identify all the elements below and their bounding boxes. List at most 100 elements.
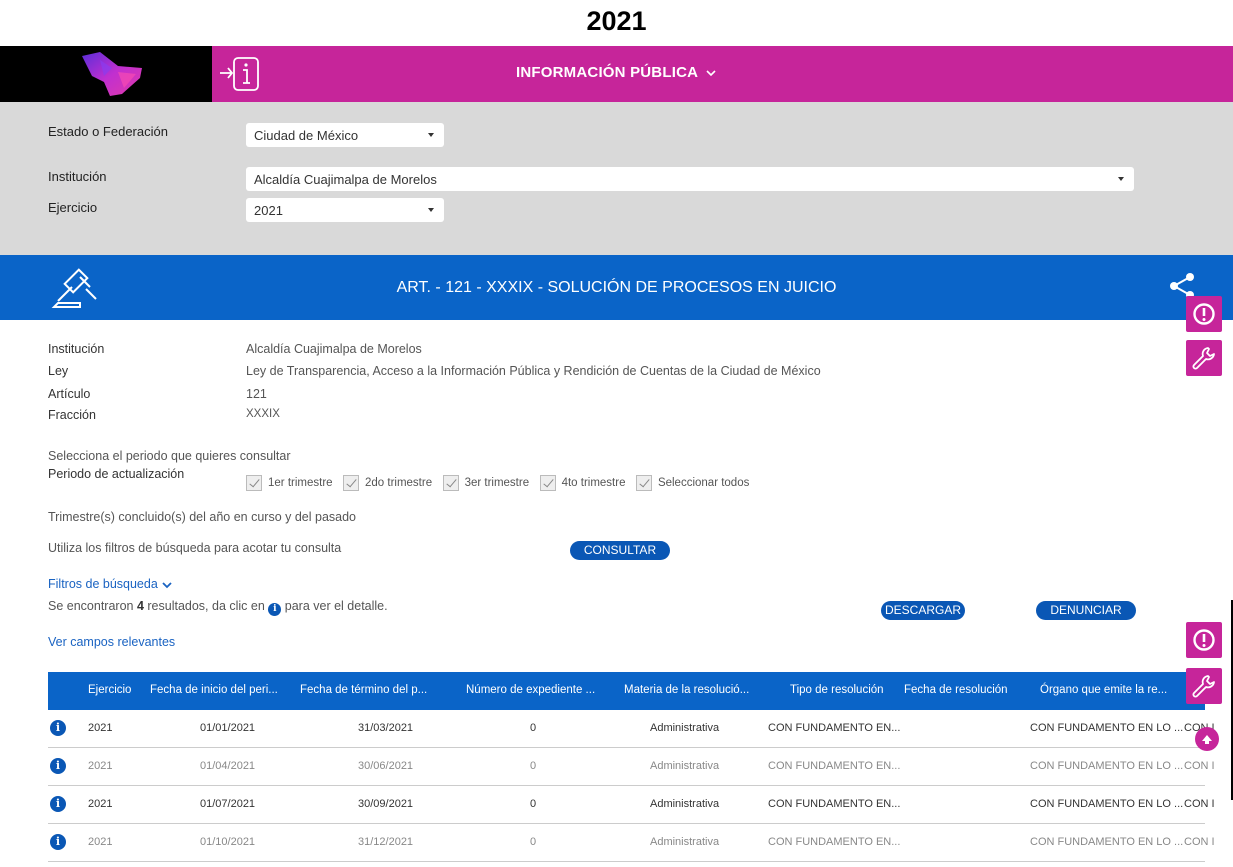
table-cell-extra: CON I <box>1184 760 1215 772</box>
col-header[interactable]: Ejercicio <box>88 684 131 696</box>
table-cell-materia: Administrativa <box>650 836 720 848</box>
col-header[interactable]: Fecha de resolución <box>904 684 1008 696</box>
article-title: ART. - 121 - XXXIX - SOLUCIÓN DE PROCESO… <box>396 279 837 296</box>
checkbox-label: 3er trimestre <box>464 476 530 489</box>
col-header[interactable]: Fecha de inicio del peri... <box>150 684 278 696</box>
table-cell-ejercicio: 2021 <box>88 722 113 734</box>
table-cell-materia: Administrativa <box>650 798 720 810</box>
checkbox-label: 1er trimestre <box>268 476 333 489</box>
col-header[interactable]: Número de expediente ... <box>466 684 595 696</box>
table-cell-expediente: 0 <box>530 760 537 772</box>
checkbox-label: 4to trimestre <box>561 476 626 489</box>
col-header[interactable]: Órgano que emite la re... <box>1040 684 1167 696</box>
menu-title: INFORMACIÓN PÚBLICA <box>516 64 698 81</box>
consultar-button[interactable]: CONSULTAR <box>570 541 670 560</box>
table-cell-tipo: CON FUNDAMENTO EN... <box>768 760 901 772</box>
info-circle-icon[interactable]: i <box>50 758 66 774</box>
table-cell-tipo: CON FUNDAMENTO EN... <box>768 798 901 810</box>
scroll-up-button[interactable] <box>1195 727 1219 751</box>
institucion-value: Alcaldía Cuajimalpa de Morelos <box>254 172 437 187</box>
results-table: Ejercicio Fecha de inicio del peri... Fe… <box>48 672 1215 862</box>
estado-label: Estado o Federación <box>48 124 168 139</box>
filtros-link[interactable]: Filtros de búsqueda <box>48 577 173 591</box>
year-heading: 2021 <box>586 6 647 36</box>
table-cell-tipo: CON FUNDAMENTO EN... <box>768 836 901 848</box>
ejercicio-select[interactable]: 2021 <box>246 198 444 222</box>
tools-button[interactable] <box>1186 668 1222 704</box>
meta-articulo-value: 121 <box>246 387 267 401</box>
table-cell-materia: Administrativa <box>650 760 720 772</box>
table-cell-inicio: 01/04/2021 <box>200 760 256 772</box>
chevron-down-icon <box>428 133 434 137</box>
table-cell-inicio: 01/10/2021 <box>200 836 256 848</box>
table-row[interactable]: i 2021 01/07/2021 30/09/2021 0 Administrativa… <box>48 786 1215 824</box>
checkbox-label: Seleccionar todos <box>657 476 750 489</box>
denunciar-button[interactable]: DENUNCIAR <box>1036 601 1136 620</box>
checkbox-seleccionar-todos[interactable] <box>635 474 652 491</box>
meta-ley-label: Ley <box>48 364 69 378</box>
estado-select[interactable]: Ciudad de México <box>246 123 444 147</box>
checkbox-2do-trimestre[interactable] <box>343 474 359 491</box>
alert-button[interactable] <box>1186 296 1222 332</box>
info-circle-icon[interactable]: i <box>50 834 66 850</box>
col-header[interactable]: Materia de la resolució... <box>624 684 749 696</box>
table-cell-termino: 30/09/2021 <box>358 798 414 810</box>
meta-institucion-value: Alcaldía Cuajimalpa de Morelos <box>246 342 422 356</box>
table-cell-termino: 31/03/2021 <box>358 722 414 734</box>
ejercicio-label: Ejercicio <box>48 200 98 215</box>
table-cell-expediente: 0 <box>530 836 537 848</box>
table-header: Ejercicio Fecha de inicio del peri... Fe… <box>48 672 1205 710</box>
results-text: Se encontraron <box>48 599 137 613</box>
period-prompt: Selecciona el periodo que quieres consul… <box>48 449 291 463</box>
search-hint: Utiliza los filtros de búsqueda para aco… <box>48 541 342 555</box>
ver-campos-link[interactable]: Ver campos relevantes <box>48 635 175 649</box>
table-cell-inicio: 01/07/2021 <box>200 798 256 810</box>
table-cell-organo: CON FUNDAMENTO EN LO ... <box>1030 760 1184 772</box>
ejercicio-value: 2021 <box>254 203 283 218</box>
meta-ley-value: Ley de Transparencia, Acceso a la Inform… <box>246 364 821 378</box>
checkbox-label: 2do trimestre <box>365 476 433 489</box>
col-header[interactable]: Tipo de resolución <box>790 684 884 696</box>
institucion-select[interactable]: Alcaldía Cuajimalpa de Morelos <box>246 167 1134 191</box>
filter-panel: Estado o Federación Ciudad de México Ins… <box>0 102 1233 255</box>
chevron-down-icon <box>428 208 434 212</box>
table-cell-expediente: 0 <box>530 722 537 734</box>
checkbox-1er-trimestre[interactable] <box>246 474 262 491</box>
alert-button[interactable] <box>1186 622 1222 658</box>
table-row[interactable]: i 2021 01/04/2021 30/06/2021 0 Administrativa… <box>48 748 1215 786</box>
period-note: Trimestre(s) concluido(s) del año en cur… <box>48 510 357 524</box>
table-cell-extra: CON I <box>1184 836 1215 848</box>
top-navbar: INFORMACIÓN PÚBLICA <box>0 46 1233 102</box>
results-text: para ver el detalle. <box>281 599 388 613</box>
table-cell-extra: CON I <box>1184 798 1215 810</box>
table-cell-expediente: 0 <box>530 798 537 810</box>
meta-fraccion-label: Fracción <box>48 408 96 422</box>
alert-icon <box>1193 303 1215 325</box>
table-cell-organo: CON FUNDAMENTO EN LO ... <box>1030 798 1184 810</box>
table-row[interactable]: i 2021 01/10/2021 31/12/2021 0 Administrativa… <box>48 824 1215 862</box>
table-cell-ejercicio: 2021 <box>88 798 113 810</box>
institucion-label: Institución <box>48 169 107 184</box>
table-body: i 2021 01/01/2021 31/03/2021 0 Administrativa… <box>48 710 1215 862</box>
table-cell-termino: 31/12/2021 <box>358 836 414 848</box>
checkbox-4to-trimestre[interactable] <box>539 474 556 491</box>
arrow-up-icon <box>1202 735 1212 744</box>
table-row[interactable]: i 2021 01/01/2021 31/03/2021 0 Administrativa… <box>48 710 1215 748</box>
col-header[interactable]: Fecha de término del p... <box>300 684 427 696</box>
alert-icon <box>1193 629 1215 651</box>
descargar-button[interactable]: DESCARGAR <box>881 601 965 620</box>
info-circle-icon[interactable]: i <box>50 796 66 812</box>
checkbox-3er-trimestre[interactable] <box>442 474 459 491</box>
period-checkboxes: 1er trimestre 2do trimestre 3er trimestr… <box>246 474 755 492</box>
table-cell-inicio: 01/01/2021 <box>200 722 256 734</box>
meta-articulo-label: Artículo <box>48 387 91 401</box>
tools-button[interactable] <box>1186 340 1222 376</box>
chevron-down-icon <box>162 582 172 588</box>
wrench-icon <box>1192 675 1215 698</box>
table-cell-termino: 30/06/2021 <box>358 760 414 772</box>
informacion-publica-menu[interactable]: INFORMACIÓN PÚBLICA <box>0 64 1233 81</box>
info-circle-icon: i <box>268 603 282 616</box>
meta-fraccion-value: XXXIX <box>246 408 280 420</box>
info-circle-icon[interactable]: i <box>50 720 66 736</box>
chevron-down-icon <box>706 70 716 77</box>
